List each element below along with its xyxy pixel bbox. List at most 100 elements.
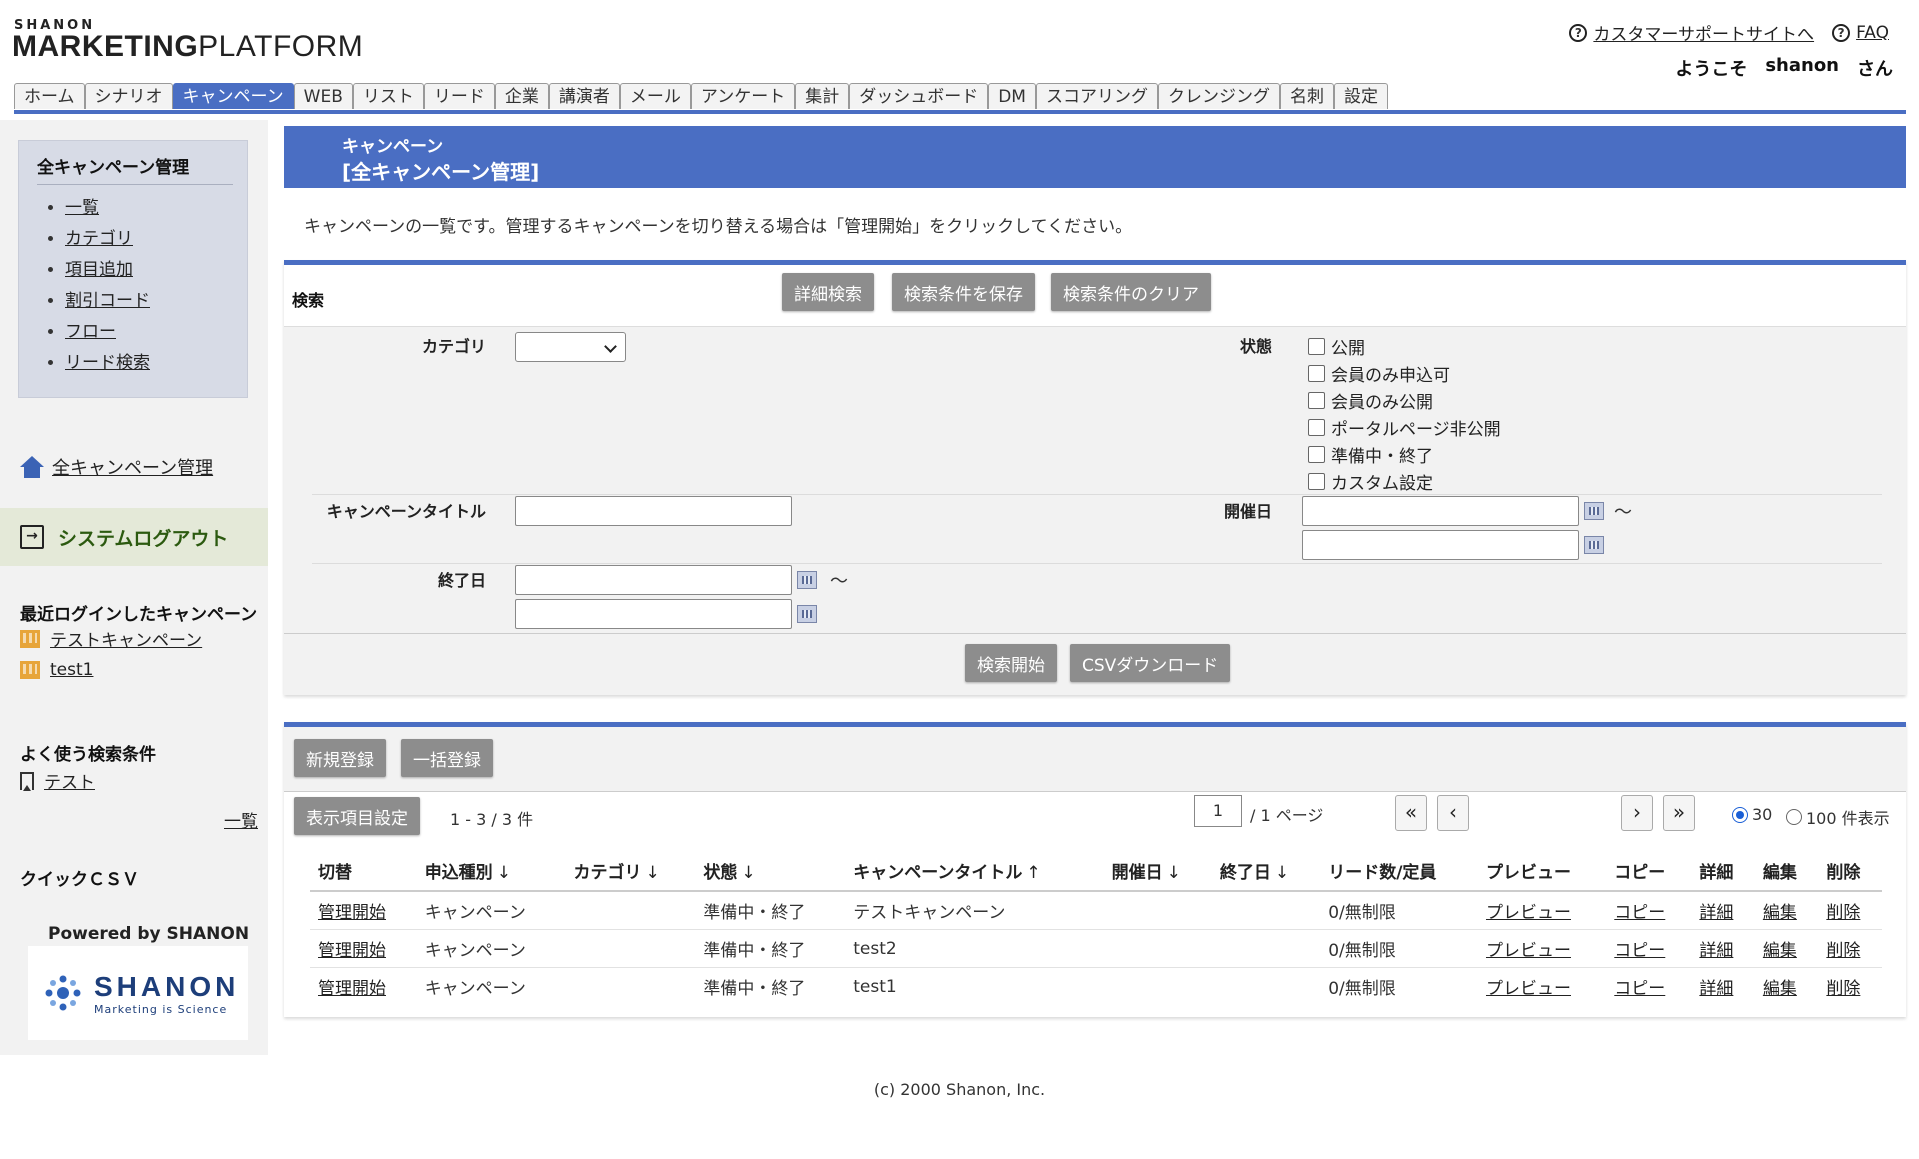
cell-detail[interactable]: 詳細 xyxy=(1691,929,1755,968)
tab-5[interactable]: リード xyxy=(423,83,495,109)
copy-link[interactable]: コピー xyxy=(1614,979,1665,999)
favorite-search-link[interactable]: テスト xyxy=(44,768,95,793)
campaign-title-input[interactable] xyxy=(515,496,792,526)
sort-up-icon[interactable]: ↑ xyxy=(1026,863,1040,883)
switch-link[interactable]: 管理開始 xyxy=(318,941,386,961)
checkbox[interactable] xyxy=(1308,365,1325,382)
copy-link[interactable]: コピー xyxy=(1614,903,1665,923)
save-search-button[interactable]: 検索条件を保存 xyxy=(892,273,1035,311)
recent-campaign-item[interactable]: テストキャンペーン xyxy=(20,626,202,651)
tab-16[interactable]: 設定 xyxy=(1333,83,1388,109)
detail-link[interactable]: 詳細 xyxy=(1699,941,1733,961)
per-page-30[interactable]: 30 xyxy=(1732,805,1772,824)
sort-down-icon[interactable]: ↓ xyxy=(1167,863,1181,883)
cell-copy[interactable]: コピー xyxy=(1606,891,1692,930)
sidebar-item-lead-search[interactable]: リード検索 xyxy=(65,348,247,379)
cell-edit[interactable]: 編集 xyxy=(1754,929,1819,968)
status-option-members-public[interactable]: 会員のみ公開 xyxy=(1308,388,1433,413)
tab-15[interactable]: 名刺 xyxy=(1279,83,1334,109)
logout-button[interactable]: → システムログアウト xyxy=(0,508,268,566)
sort-down-icon[interactable]: ↓ xyxy=(1275,863,1289,883)
edit-link[interactable]: 編集 xyxy=(1763,941,1797,961)
clear-search-button[interactable]: 検索条件のクリア xyxy=(1051,273,1211,311)
col-end-date[interactable]: 終了日 ↓ xyxy=(1211,850,1321,892)
sidebar-item-flow[interactable]: フロー xyxy=(65,317,247,348)
cell-copy[interactable]: コピー xyxy=(1606,929,1692,968)
calendar-icon[interactable] xyxy=(797,605,817,623)
detail-link[interactable]: 詳細 xyxy=(1699,903,1733,923)
cell-switch[interactable]: 管理開始 xyxy=(310,968,417,1006)
recent-campaign-item[interactable]: test1 xyxy=(20,660,93,680)
switch-link[interactable]: 管理開始 xyxy=(318,903,386,923)
calendar-icon[interactable] xyxy=(797,571,817,589)
bulk-register-button[interactable]: 一括登録 xyxy=(401,739,493,777)
category-select[interactable] xyxy=(515,332,626,362)
csv-download-button[interactable]: CSVダウンロード xyxy=(1070,644,1231,682)
end-date-from-input[interactable] xyxy=(515,565,792,595)
sidebar-item-category[interactable]: カテゴリ xyxy=(65,224,247,255)
tab-12[interactable]: DM xyxy=(988,83,1036,109)
checkbox[interactable] xyxy=(1308,419,1325,436)
cell-delete[interactable]: 削除 xyxy=(1818,891,1882,930)
cell-detail[interactable]: 詳細 xyxy=(1691,968,1755,1006)
col-title[interactable]: キャンペーンタイトル ↑ xyxy=(845,850,1104,892)
delete-link[interactable]: 削除 xyxy=(1826,941,1860,961)
status-option-members-apply[interactable]: 会員のみ申込可 xyxy=(1308,361,1450,386)
recent-campaign-link[interactable]: テストキャンペーン xyxy=(50,626,202,651)
switch-link[interactable]: 管理開始 xyxy=(318,979,386,999)
page-number-input[interactable]: 1 xyxy=(1194,795,1242,827)
tab-9[interactable]: アンケート xyxy=(690,83,796,109)
col-event-date[interactable]: 開催日 ↓ xyxy=(1103,850,1212,892)
last-page-button[interactable]: » xyxy=(1663,795,1695,831)
col-category[interactable]: カテゴリ ↓ xyxy=(565,850,696,892)
display-settings-button[interactable]: 表示項目設定 xyxy=(294,797,420,835)
new-register-button[interactable]: 新規登録 xyxy=(294,739,386,777)
calendar-icon[interactable] xyxy=(1584,536,1604,554)
cell-delete[interactable]: 削除 xyxy=(1818,929,1882,968)
delete-link[interactable]: 削除 xyxy=(1826,979,1860,999)
radio[interactable] xyxy=(1786,809,1802,825)
checkbox[interactable] xyxy=(1308,392,1325,409)
faq-link-item[interactable]: ? FAQ xyxy=(1832,23,1889,43)
home-link-row[interactable]: 全キャンペーン管理 xyxy=(20,454,213,480)
cell-edit[interactable]: 編集 xyxy=(1754,891,1819,930)
per-page-100[interactable]: 100 件表示 xyxy=(1786,805,1890,829)
status-option-custom[interactable]: カスタム設定 xyxy=(1308,469,1433,494)
detail-link[interactable]: 詳細 xyxy=(1699,979,1733,999)
preview-link[interactable]: プレビュー xyxy=(1486,979,1571,999)
tab-13[interactable]: スコアリング xyxy=(1035,83,1158,109)
detail-search-button[interactable]: 詳細検索 xyxy=(782,273,874,311)
cell-copy[interactable]: コピー xyxy=(1606,968,1691,1006)
sort-down-icon[interactable]: ↓ xyxy=(646,863,660,883)
tab-4[interactable]: リスト xyxy=(352,83,424,109)
cell-preview[interactable]: プレビュー xyxy=(1478,968,1606,1006)
col-type[interactable]: 申込種別 ↓ xyxy=(416,850,566,892)
cell-switch[interactable]: 管理開始 xyxy=(310,929,417,968)
favorite-search-item[interactable]: テスト xyxy=(20,768,95,793)
edit-link[interactable]: 編集 xyxy=(1763,979,1797,999)
prev-page-button[interactable]: ‹ xyxy=(1437,795,1469,831)
delete-link[interactable]: 削除 xyxy=(1826,903,1860,923)
sort-down-icon[interactable]: ↓ xyxy=(497,863,511,883)
preview-link[interactable]: プレビュー xyxy=(1486,941,1571,961)
checkbox[interactable] xyxy=(1308,473,1325,490)
tab-11[interactable]: ダッシュボード xyxy=(849,83,989,109)
sidebar-item-label[interactable]: カテゴリ xyxy=(65,229,133,249)
edit-link[interactable]: 編集 xyxy=(1763,903,1797,923)
tab-8[interactable]: メール xyxy=(619,83,691,109)
col-status[interactable]: 状態 ↓ xyxy=(695,850,846,892)
sidebar-item-discount-code[interactable]: 割引コード xyxy=(65,286,247,317)
sidebar-item-list[interactable]: 一覧 xyxy=(65,193,247,224)
checkbox[interactable] xyxy=(1308,446,1325,463)
sort-down-icon[interactable]: ↓ xyxy=(741,863,755,883)
radio[interactable] xyxy=(1732,806,1748,823)
status-option-prep-ended[interactable]: 準備中・終了 xyxy=(1308,442,1433,467)
sidebar-item-label[interactable]: フロー xyxy=(65,322,116,342)
sidebar-item-label[interactable]: 項目追加 xyxy=(65,260,133,280)
tab-3[interactable]: WEB xyxy=(293,83,353,109)
all-campaign-link[interactable]: 全キャンペーン管理 xyxy=(52,454,213,480)
support-link-item[interactable]: ? カスタマーサポートサイトへ xyxy=(1569,20,1814,45)
tab-1[interactable]: シナリオ xyxy=(84,83,173,109)
cell-preview[interactable]: プレビュー xyxy=(1477,891,1607,930)
tab-7[interactable]: 講演者 xyxy=(548,83,620,109)
